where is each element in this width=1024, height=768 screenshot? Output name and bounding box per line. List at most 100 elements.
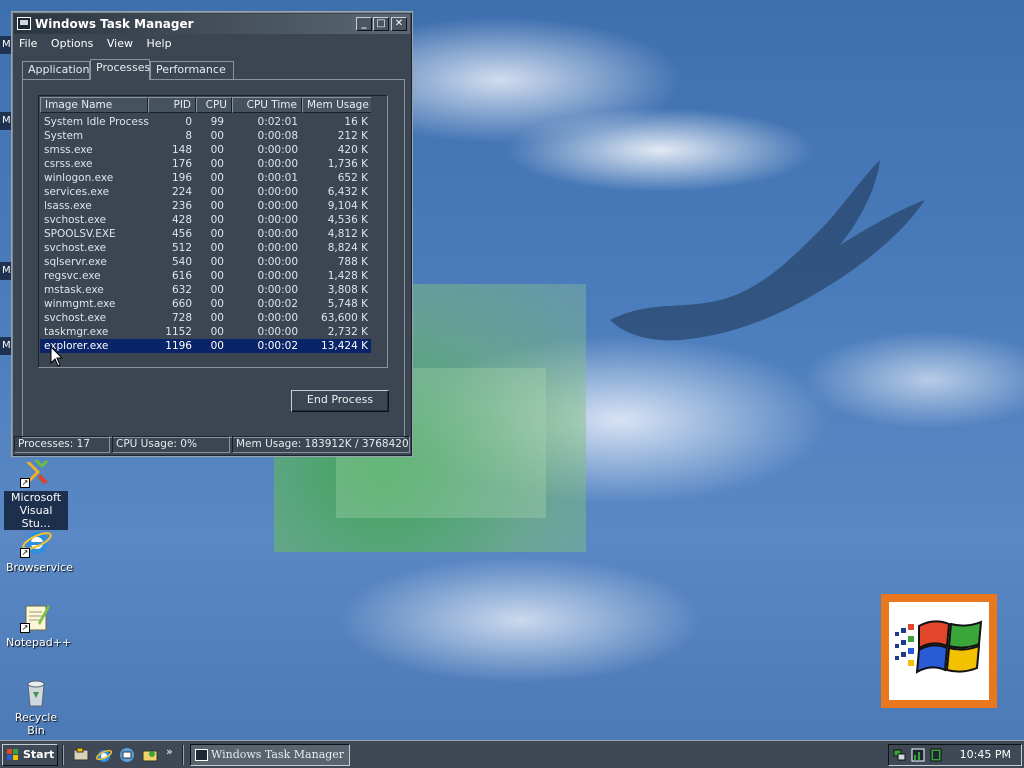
cell-cpu: 00	[210, 326, 224, 338]
process-row[interactable]: winmgmt.exe 660 00 0:00:02 5,748 K	[40, 297, 371, 311]
shortcut-arrow-icon: ↗	[20, 478, 30, 488]
tab-applications[interactable]: Applications	[22, 61, 95, 79]
cell-cpu-time: 0:00:02	[257, 340, 298, 352]
cell-mem-usage: 2,732 K	[327, 326, 368, 338]
sql-server-tray-icon[interactable]	[929, 748, 943, 762]
cell-pid: 224	[171, 186, 192, 198]
process-row[interactable]: sqlservr.exe 540 00 0:00:00 788 K	[40, 255, 371, 269]
process-row[interactable]: csrss.exe 176 00 0:00:00 1,736 K	[40, 157, 371, 171]
cell-cpu-time: 0:00:08	[257, 130, 298, 142]
start-button[interactable]: Start	[2, 744, 58, 766]
process-list-header: Image Name PID CPU CPU Time Mem Usage	[40, 97, 372, 113]
taskbar-button-task-manager[interactable]: Windows Task Manager	[190, 744, 350, 766]
close-button[interactable]: ✕	[391, 17, 407, 31]
taskbar-clock[interactable]: 10:45 PM	[960, 745, 1011, 765]
menu-options[interactable]: Options	[46, 35, 98, 52]
cell-cpu-time: 0:00:00	[257, 284, 298, 296]
cell-cpu-time: 0:00:00	[257, 312, 298, 324]
task-manager-tray-icon[interactable]	[911, 748, 925, 762]
column-header-image-name[interactable]: Image Name	[40, 97, 148, 113]
cell-cpu-time: 0:00:00	[257, 144, 298, 156]
outlook-express-icon[interactable]	[118, 746, 136, 764]
column-header-cpu-time[interactable]: CPU Time	[232, 97, 302, 113]
cell-mem-usage: 1,736 K	[327, 158, 368, 170]
status-bar: Processes: 17 CPU Usage: 0% Mem Usage: 1…	[14, 436, 410, 453]
cell-image-name: System	[44, 130, 84, 142]
cell-image-name: svchost.exe	[44, 242, 107, 254]
column-header-cpu[interactable]: CPU	[196, 97, 232, 113]
desktop-icon-label: Browservice	[6, 561, 73, 574]
tab-processes[interactable]: Processes	[90, 59, 150, 80]
column-header-mem-usage[interactable]: Mem Usage	[302, 97, 372, 113]
cell-cpu: 00	[210, 186, 224, 198]
cell-image-name: winlogon.exe	[44, 172, 114, 184]
cell-cpu: 00	[210, 340, 224, 352]
desktop-icon-visual-studio[interactable]: ↗ Microsoft Visual Stu...	[4, 456, 68, 530]
cell-pid: 428	[171, 214, 192, 226]
task-manager-window[interactable]: Windows Task Manager _ □ ✕ File Options …	[11, 11, 413, 457]
internet-explorer-quicklaunch-icon[interactable]	[95, 746, 113, 764]
process-row[interactable]: regsvc.exe 616 00 0:00:00 1,428 K	[40, 269, 371, 283]
end-process-button[interactable]: End Process	[291, 390, 389, 412]
internet-explorer-icon: ↗	[20, 526, 52, 558]
menu-file[interactable]: File	[14, 35, 42, 52]
desktop-icon-label: Recycle Bin	[14, 711, 58, 737]
maximize-button[interactable]: □	[373, 17, 389, 31]
desktop-icon-notepad-plus-plus[interactable]: ↗ Notepad++	[4, 601, 71, 649]
task-manager-small-icon	[195, 749, 208, 761]
tab-performance[interactable]: Performance	[150, 61, 234, 79]
process-row[interactable]: System Idle Process 0 99 0:02:01 16 K	[40, 115, 371, 129]
status-mem-usage: Mem Usage: 183912K / 3768420K	[232, 436, 410, 453]
cell-pid: 1152	[165, 326, 192, 338]
menu-bar: File Options View Help	[14, 35, 410, 53]
explorer-quicklaunch-icon[interactable]	[141, 746, 159, 764]
cell-pid: 512	[171, 242, 192, 254]
status-processes: Processes: 17	[14, 436, 110, 453]
process-rows: System Idle Process 0 99 0:02:01 16 K System 8…	[40, 115, 371, 353]
cell-cpu: 00	[210, 172, 224, 184]
cell-pid: 540	[171, 256, 192, 268]
column-header-pid[interactable]: PID	[148, 97, 196, 113]
title-bar[interactable]: Windows Task Manager _ □ ✕	[14, 14, 410, 34]
process-row[interactable]: explorer.exe 1196 00 0:00:02 13,424 K	[40, 339, 371, 353]
cell-image-name: winmgmt.exe	[44, 298, 116, 310]
desktop-icon-label: Microsoft Visual Stu...	[4, 491, 68, 530]
process-row[interactable]: SPOOLSV.EXE 456 00 0:00:00 4,812 K	[40, 227, 371, 241]
show-desktop-icon[interactable]	[72, 746, 90, 764]
desktop-icon-recycle-bin[interactable]: Recycle Bin	[4, 676, 68, 737]
process-row[interactable]: services.exe 224 00 0:00:00 6,432 K	[40, 185, 371, 199]
windows-logo-badge	[881, 594, 997, 708]
desktop-icon-label: Notepad++	[6, 636, 72, 649]
process-row[interactable]: svchost.exe 428 00 0:00:00 4,536 K	[40, 213, 371, 227]
desktop-icon-browservice[interactable]: ↗ Browservice	[4, 526, 73, 574]
process-list[interactable]: Image Name PID CPU CPU Time Mem Usage Sy…	[38, 95, 388, 368]
process-row[interactable]: smss.exe 148 00 0:00:00 420 K	[40, 143, 371, 157]
cell-pid: 148	[171, 144, 192, 156]
cell-cpu-time: 0:02:01	[257, 116, 298, 128]
cell-image-name: taskmgr.exe	[44, 326, 109, 338]
cell-image-name: SPOOLSV.EXE	[44, 228, 116, 240]
cell-mem-usage: 16 K	[344, 116, 368, 128]
process-row[interactable]: winlogon.exe 196 00 0:00:01 652 K	[40, 171, 371, 185]
process-row[interactable]: svchost.exe 728 00 0:00:00 63,600 K	[40, 311, 371, 325]
process-row[interactable]: System 8 00 0:00:08 212 K	[40, 129, 371, 143]
menu-help[interactable]: Help	[141, 35, 176, 52]
cell-mem-usage: 420 K	[337, 144, 368, 156]
windows-flag-icon	[895, 620, 983, 674]
menu-view[interactable]: View	[102, 35, 138, 52]
process-row[interactable]: lsass.exe 236 00 0:00:00 9,104 K	[40, 199, 371, 213]
process-row[interactable]: taskmgr.exe 1152 00 0:00:00 2,732 K	[40, 325, 371, 339]
cell-mem-usage: 8,824 K	[327, 242, 368, 254]
cell-cpu-time: 0:00:00	[257, 326, 298, 338]
network-tray-icon[interactable]	[893, 748, 907, 762]
minimize-button[interactable]: _	[356, 17, 372, 31]
cell-cpu: 00	[210, 214, 224, 226]
cell-mem-usage: 63,600 K	[321, 312, 368, 324]
cell-mem-usage: 13,424 K	[321, 340, 368, 352]
recycle-bin-icon	[20, 676, 52, 708]
process-row[interactable]: mstask.exe 632 00 0:00:00 3,808 K	[40, 283, 371, 297]
process-row[interactable]: svchost.exe 512 00 0:00:00 8,824 K	[40, 241, 371, 255]
cell-image-name: lsass.exe	[44, 200, 92, 212]
quick-launch-more-chevron[interactable]: »	[166, 745, 173, 758]
cell-pid: 236	[171, 200, 192, 212]
